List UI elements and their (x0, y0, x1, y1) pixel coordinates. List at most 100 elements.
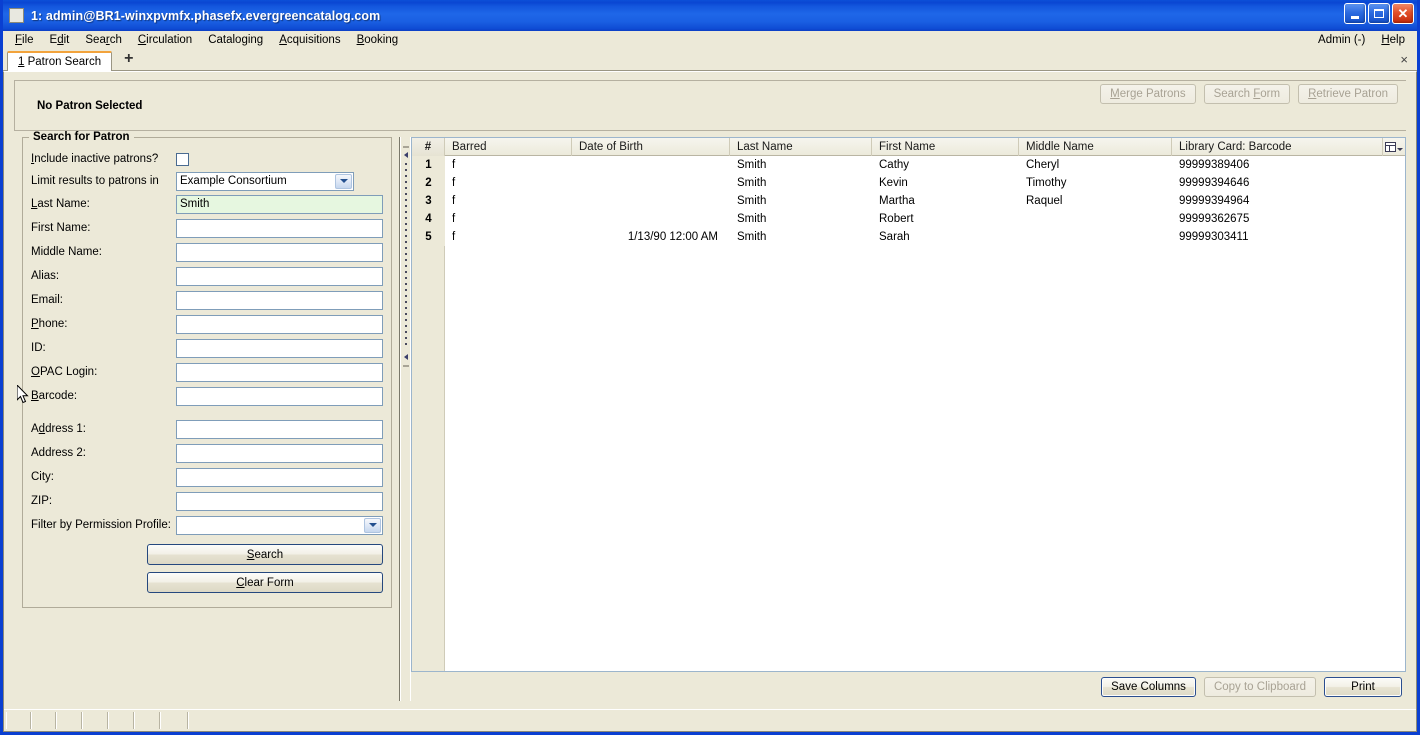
retrieve-patron-button[interactable]: Retrieve Patron (1298, 84, 1398, 104)
status-segment-2 (31, 712, 56, 729)
menu-circulation[interactable]: Circulation (130, 32, 200, 48)
zip-input[interactable] (176, 491, 383, 511)
copy-to-clipboard-button[interactable]: Copy to Clipboard (1203, 676, 1316, 697)
middle-name-input[interactable] (176, 242, 383, 262)
include-inactive-row: Include inactive patrons? (31, 148, 383, 170)
limit-results-select[interactable]: Example Consortium (176, 171, 354, 191)
cell-first: Martha (879, 195, 915, 207)
splitter-bar-bottom (403, 365, 409, 367)
pane-splitter[interactable] (400, 137, 411, 701)
patron-action-buttons: Merge Patrons Search Form Retrieve Patro… (1100, 84, 1398, 104)
cell-barred: f (452, 195, 456, 207)
limit-results-row: Limit results to patrons in Example Cons… (31, 170, 383, 192)
cell-barred: f (452, 231, 456, 243)
status-segment-5 (108, 712, 134, 729)
menu-acquisitions[interactable]: Acquisitions (271, 32, 348, 48)
new-tab-button[interactable]: + (120, 51, 137, 70)
splitter-collapse-left-icon[interactable] (402, 151, 410, 158)
merge-patrons-button[interactable]: Merge Patrons (1100, 84, 1196, 104)
menu-bar-right: Admin (-) Help (1310, 32, 1413, 48)
column-header-first[interactable]: First Name (872, 138, 1019, 156)
window-controls: ✕ (1344, 3, 1414, 24)
address1-row: Address 1: (31, 417, 383, 441)
close-button[interactable]: ✕ (1392, 3, 1414, 24)
minimize-icon (1351, 15, 1359, 19)
search-button[interactable]: Search (147, 544, 383, 565)
email-input[interactable] (176, 290, 383, 310)
cell-middle: Cheryl (1026, 159, 1060, 171)
address1-input[interactable] (176, 419, 383, 439)
close-tab-button[interactable]: × (1400, 52, 1408, 67)
first-name-input[interactable] (176, 218, 383, 238)
barcode-input[interactable] (176, 386, 383, 406)
print-button[interactable]: Print (1324, 676, 1402, 697)
cell-middle: Raquel (1026, 195, 1063, 207)
cell-dob: 1/13/90 12:00 AM (627, 231, 718, 243)
phone-input[interactable] (176, 314, 383, 334)
search-form-button[interactable]: Search Form (1203, 84, 1291, 104)
include-inactive-checkbox[interactable] (176, 152, 189, 166)
cell-last: Smith (737, 177, 767, 189)
phone-row: Phone: (31, 312, 383, 336)
cell-num: 2 (412, 174, 445, 192)
table-row[interactable]: 2 f Smith Kevin Timothy 99999394646 (412, 174, 1405, 192)
results-grid-header: # Barred Date of Birth Last Name First N… (412, 138, 1405, 156)
cell-middle (1019, 210, 1172, 228)
column-header-last[interactable]: Last Name (730, 138, 872, 156)
last-name-label: Last Name: (31, 198, 90, 210)
opac-login-row: OPAC Login: (31, 360, 383, 384)
address1-label: Address 1: (31, 423, 86, 435)
results-grid-body[interactable]: 1 f Smith Cathy Cheryl 99999389406 2 f S… (412, 156, 1405, 671)
status-bar (4, 709, 1416, 731)
menu-file[interactable]: File (7, 32, 42, 48)
clear-form-button[interactable]: Clear Form (147, 572, 383, 593)
title-bar: 1: admin@BR1-winxpvmfx.phasefx.evergreen… (3, 0, 1417, 31)
maximize-icon (1374, 9, 1384, 18)
table-row[interactable]: 4 f Smith Robert 99999362675 (412, 210, 1405, 228)
alias-input[interactable] (176, 266, 383, 286)
middle-name-label: Middle Name: (31, 246, 102, 258)
cell-dob (572, 156, 730, 174)
column-picker-button[interactable] (1383, 138, 1405, 156)
splitter-bar-top (403, 146, 409, 148)
first-name-row: First Name: (31, 216, 383, 240)
table-row[interactable]: 3 f Smith Martha Raquel 99999394964 (412, 192, 1405, 210)
opac-login-input[interactable] (176, 362, 383, 382)
status-segment-6 (134, 712, 160, 729)
menu-search[interactable]: Search (77, 32, 129, 48)
tab-label: Patron Search (24, 56, 102, 68)
splitter-collapse-left-icon-2[interactable] (402, 353, 410, 360)
save-columns-button[interactable]: Save Columns (1101, 676, 1196, 697)
menu-booking[interactable]: Booking (349, 32, 407, 48)
permission-profile-select[interactable] (176, 515, 383, 535)
column-header-num[interactable]: # (412, 138, 445, 156)
last-name-input[interactable] (176, 194, 383, 214)
menu-help[interactable]: Help (1373, 32, 1413, 48)
grid-columns-icon (1385, 141, 1396, 152)
menu-edit[interactable]: Edit (42, 32, 78, 48)
tab-patron-search[interactable]: 1 Patron Search (7, 51, 113, 71)
id-input[interactable] (176, 338, 383, 358)
table-row[interactable]: 1 f Smith Cathy Cheryl 99999389406 (412, 156, 1405, 174)
column-header-barcode[interactable]: Library Card: Barcode (1172, 138, 1383, 156)
chevron-down-icon-profile (364, 517, 381, 533)
maximize-button[interactable] (1368, 3, 1390, 24)
address2-input[interactable] (176, 443, 383, 463)
minimize-button[interactable] (1344, 3, 1366, 24)
cell-barcode: 99999362675 (1179, 213, 1250, 225)
barcode-label: Barcode: (31, 390, 78, 402)
cell-dob (572, 192, 730, 210)
city-input[interactable] (176, 467, 383, 487)
splitter-grip (405, 163, 407, 349)
search-fieldset-legend: Search for Patron (29, 131, 134, 143)
column-header-dob[interactable]: Date of Birth (572, 138, 730, 156)
close-icon: ✕ (1397, 5, 1409, 21)
column-header-barred[interactable]: Barred (445, 138, 572, 156)
menu-admin[interactable]: Admin (-) (1310, 32, 1373, 48)
menu-cataloging[interactable]: Cataloging (200, 32, 271, 48)
cell-first: Sarah (879, 231, 910, 243)
column-header-middle[interactable]: Middle Name (1019, 138, 1172, 156)
content-area: No Patron Selected Merge Patrons Search … (3, 71, 1417, 732)
cell-last: Smith (737, 213, 767, 225)
table-row[interactable]: 5 f 1/13/90 12:00 AM Smith Sarah 9999930… (412, 228, 1405, 246)
